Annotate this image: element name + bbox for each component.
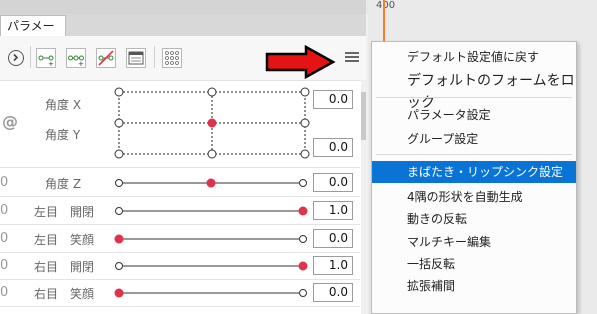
toolbar-separator — [30, 46, 31, 68]
upper-panel-edge — [0, 0, 366, 15]
slider-key-point — [115, 207, 123, 215]
left-truncated-char: 0 — [0, 203, 9, 218]
param-label-left-eye-open: 左目 開閉 — [34, 205, 95, 219]
menu-item-extended-interpolation[interactable]: 拡張補間 — [372, 275, 576, 297]
param-slider-left-eye-smile[interactable] — [114, 231, 310, 247]
menu-separator — [376, 154, 572, 155]
slider-handle — [298, 261, 308, 271]
row-separator — [0, 224, 360, 225]
hamburger-menu-icon[interactable] — [345, 52, 359, 62]
left-truncated-char: 0 — [0, 285, 9, 300]
keyform-grid-icon[interactable] — [162, 48, 182, 68]
param-value-left-eye-open[interactable]: 1.0 — [313, 201, 353, 220]
param-value-left-eye-smile[interactable]: 0.0 — [313, 229, 353, 248]
param-value-angle-x[interactable]: 0.0 — [313, 90, 353, 109]
menu-item-blink-lipsync-settings[interactable]: まばたき・リップシンク設定 — [372, 161, 576, 183]
param-label-left-eye-smile: 左目 笑顔 — [34, 233, 95, 247]
menu-item-group-settings[interactable]: グループ設定 — [372, 128, 576, 150]
row-separator — [0, 252, 360, 253]
row-separator — [0, 167, 360, 168]
param-slider-angle-z[interactable] — [114, 175, 310, 191]
slider-key-point — [299, 289, 307, 297]
param-slider-right-eye-smile[interactable] — [114, 285, 310, 301]
red-arrow-icon — [264, 44, 336, 84]
slider-key-point — [299, 235, 307, 243]
param-label-angle-z: 角度 Z — [45, 177, 82, 191]
param-value-right-eye-smile[interactable]: 0.0 — [313, 283, 353, 302]
left-truncated-char: 0 — [0, 231, 9, 246]
menu-item-multi-key-edit[interactable]: マルチキー編集 — [372, 231, 576, 253]
delete-key-icon[interactable] — [96, 48, 116, 68]
slider-handle — [298, 206, 308, 216]
tab-parameters[interactable]: パラメータ — [0, 15, 66, 54]
slider-key-point — [299, 179, 307, 187]
param-value-angle-z[interactable]: 0.0 — [313, 173, 353, 192]
param-slider-left-eye-open[interactable] — [114, 203, 310, 219]
circle-arrow-icon[interactable] — [8, 50, 24, 66]
slider-key-point — [115, 262, 123, 270]
slider-key-point — [115, 179, 123, 187]
menu-separator — [376, 97, 572, 98]
param-label-right-eye-smile: 右目 笑顔 — [34, 287, 95, 301]
menu-item-reverse-motion[interactable]: 動きの反転 — [372, 208, 576, 230]
param-slider-right-eye-open[interactable] — [114, 258, 310, 274]
keyform-window-icon[interactable] — [126, 48, 146, 68]
add-key-plus-icon[interactable]: + — [66, 48, 86, 68]
scrollbar-thumb[interactable] — [361, 92, 366, 140]
param-label-right-eye-open: 右目 開閉 — [34, 260, 95, 274]
timeline-frame-label: 400 — [376, 0, 396, 11]
menu-item-lock-default-form[interactable]: デフォルトのフォームをロック — [372, 70, 576, 111]
menu-item-reset-default[interactable]: デフォルト設定値に戻す — [372, 46, 576, 68]
svg-text:+: + — [78, 60, 84, 67]
slider-handle — [206, 178, 216, 188]
menu-item-auto-generate-corners[interactable]: 4隅の形状を自動生成 — [372, 186, 576, 208]
left-truncated-char: @ — [2, 112, 18, 131]
svg-text:+: + — [48, 60, 54, 67]
row-separator — [0, 306, 360, 307]
angle-xy-2d-grid[interactable] — [114, 87, 310, 165]
param-label-angle-x: 角度 X — [45, 98, 82, 112]
left-truncated-char: 0 — [0, 175, 9, 190]
param-label-angle-y: 角度 Y — [45, 128, 81, 142]
menu-item-parameter-settings[interactable]: パラメータ設定 — [372, 104, 576, 126]
left-truncated-char: 0 — [0, 258, 9, 273]
param-value-angle-y[interactable]: 0.0 — [313, 138, 353, 157]
row-separator — [0, 196, 360, 197]
row-separator — [0, 279, 360, 280]
add-key-icon[interactable]: + — [36, 48, 56, 68]
slider-handle — [114, 288, 124, 298]
menu-item-batch-reverse[interactable]: 一括反転 — [372, 253, 576, 275]
param-value-right-eye-open[interactable]: 1.0 — [313, 256, 353, 275]
slider-handle — [114, 234, 124, 244]
toolbar-separator — [154, 46, 155, 68]
